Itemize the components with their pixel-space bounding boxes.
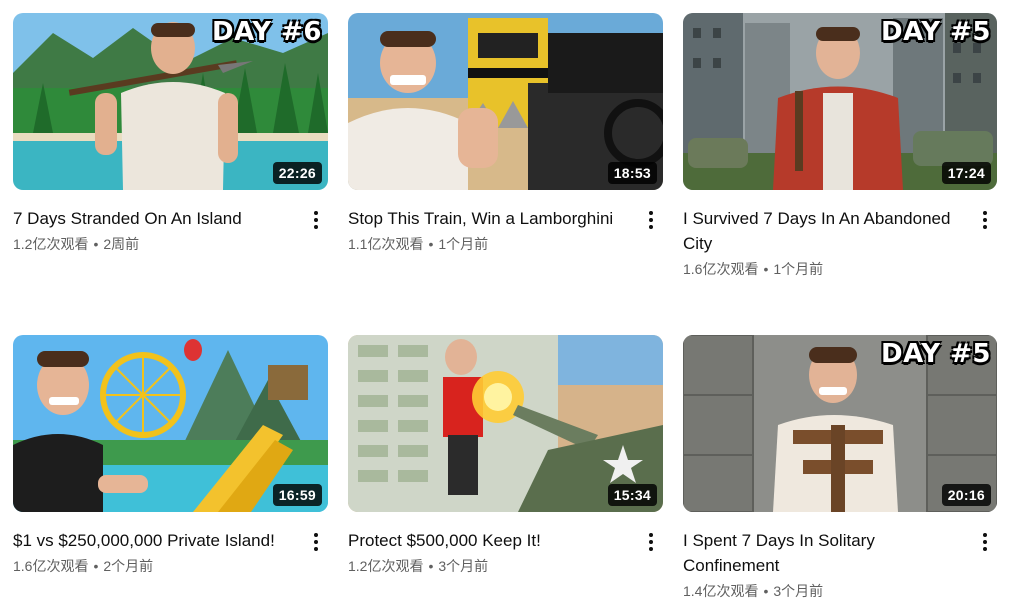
upload-age: 3个月前	[773, 583, 824, 599]
video-stats: 1.2亿次观看 • 3个月前	[348, 556, 633, 576]
more-vert-icon[interactable]	[639, 206, 663, 234]
more-vert-icon[interactable]	[304, 206, 328, 234]
video-meta: Protect $500,000 Keep It! 1.2亿次观看 • 3个月前	[348, 512, 663, 576]
video-meta: $1 vs $250,000,000 Private Island! 1.6亿次…	[13, 512, 328, 576]
video-thumbnail[interactable]: DAY #5 20:16	[683, 335, 997, 512]
more-vert-icon[interactable]	[304, 528, 328, 556]
day-badge: DAY #6	[212, 17, 322, 47]
video-meta: I Survived 7 Days In An Abandoned City 1…	[683, 190, 997, 279]
view-count: 1.2亿次观看	[348, 558, 424, 574]
video-meta: Stop This Train, Win a Lamborghini 1.1亿次…	[348, 190, 663, 254]
separator-dot: •	[428, 558, 434, 574]
more-vert-icon[interactable]	[973, 528, 997, 556]
upload-age: 2个月前	[103, 558, 154, 574]
video-card[interactable]: DAY #6 22:26 7 Days Stranded On An Islan…	[13, 13, 328, 313]
view-count: 1.6亿次观看	[13, 558, 89, 574]
separator-dot: •	[93, 558, 99, 574]
duration-badge: 16:59	[272, 484, 322, 506]
video-stats: 1.6亿次观看 • 2个月前	[13, 556, 298, 576]
video-stats: 1.1亿次观看 • 1个月前	[348, 234, 633, 254]
video-card[interactable]: DAY #5 20:16 I Spent 7 Days In Solitary …	[683, 335, 997, 615]
upload-age: 3个月前	[438, 558, 489, 574]
more-vert-icon[interactable]	[973, 206, 997, 234]
video-thumbnail[interactable]: 16:59	[13, 335, 328, 512]
day-badge: DAY #5	[881, 339, 991, 369]
upload-age: 1个月前	[773, 261, 824, 277]
upload-age: 1个月前	[438, 236, 489, 252]
video-card[interactable]: 16:59 $1 vs $250,000,000 Private Island!…	[13, 335, 328, 615]
day-badge: DAY #5	[881, 17, 991, 47]
video-stats: 1.2亿次观看 • 2周前	[13, 234, 298, 254]
video-thumbnail[interactable]: DAY #5 17:24	[683, 13, 997, 190]
view-count: 1.2亿次观看	[13, 236, 89, 252]
video-title[interactable]: I Survived 7 Days In An Abandoned City	[683, 206, 967, 256]
video-title[interactable]: $1 vs $250,000,000 Private Island!	[13, 528, 298, 553]
video-grid: DAY #6 22:26 7 Days Stranded On An Islan…	[13, 13, 997, 615]
separator-dot: •	[93, 236, 99, 252]
view-count: 1.1亿次观看	[348, 236, 424, 252]
separator-dot: •	[763, 261, 769, 277]
video-title[interactable]: 7 Days Stranded On An Island	[13, 206, 298, 231]
more-vert-icon[interactable]	[639, 528, 663, 556]
separator-dot: •	[763, 583, 769, 599]
video-thumbnail[interactable]: DAY #6 22:26	[13, 13, 328, 190]
video-card[interactable]: 18:53 Stop This Train, Win a Lamborghini…	[348, 13, 663, 313]
duration-badge: 22:26	[272, 162, 322, 184]
separator-dot: •	[428, 236, 434, 252]
video-meta: 7 Days Stranded On An Island 1.2亿次观看 • 2周前	[13, 190, 328, 254]
video-title[interactable]: Protect $500,000 Keep It!	[348, 528, 633, 553]
video-card[interactable]: 15:34 Protect $500,000 Keep It! 1.2亿次观看 •…	[348, 335, 663, 615]
video-thumbnail[interactable]: 15:34	[348, 335, 663, 512]
video-meta: I Spent 7 Days In Solitary Confinement 1…	[683, 512, 997, 601]
view-count: 1.6亿次观看	[683, 261, 759, 277]
duration-badge: 15:34	[607, 484, 657, 506]
duration-badge: 18:53	[607, 162, 657, 184]
duration-badge: 20:16	[941, 484, 991, 506]
view-count: 1.4亿次观看	[683, 583, 759, 599]
upload-age: 2周前	[103, 236, 140, 252]
video-title[interactable]: Stop This Train, Win a Lamborghini	[348, 206, 633, 231]
video-card[interactable]: DAY #5 17:24 I Survived 7 Days In An Aba…	[683, 13, 997, 313]
video-thumbnail[interactable]: 18:53	[348, 13, 663, 190]
video-title[interactable]: I Spent 7 Days In Solitary Confinement	[683, 528, 967, 578]
video-stats: 1.4亿次观看 • 3个月前	[683, 581, 967, 601]
duration-badge: 17:24	[941, 162, 991, 184]
video-stats: 1.6亿次观看 • 1个月前	[683, 259, 967, 279]
